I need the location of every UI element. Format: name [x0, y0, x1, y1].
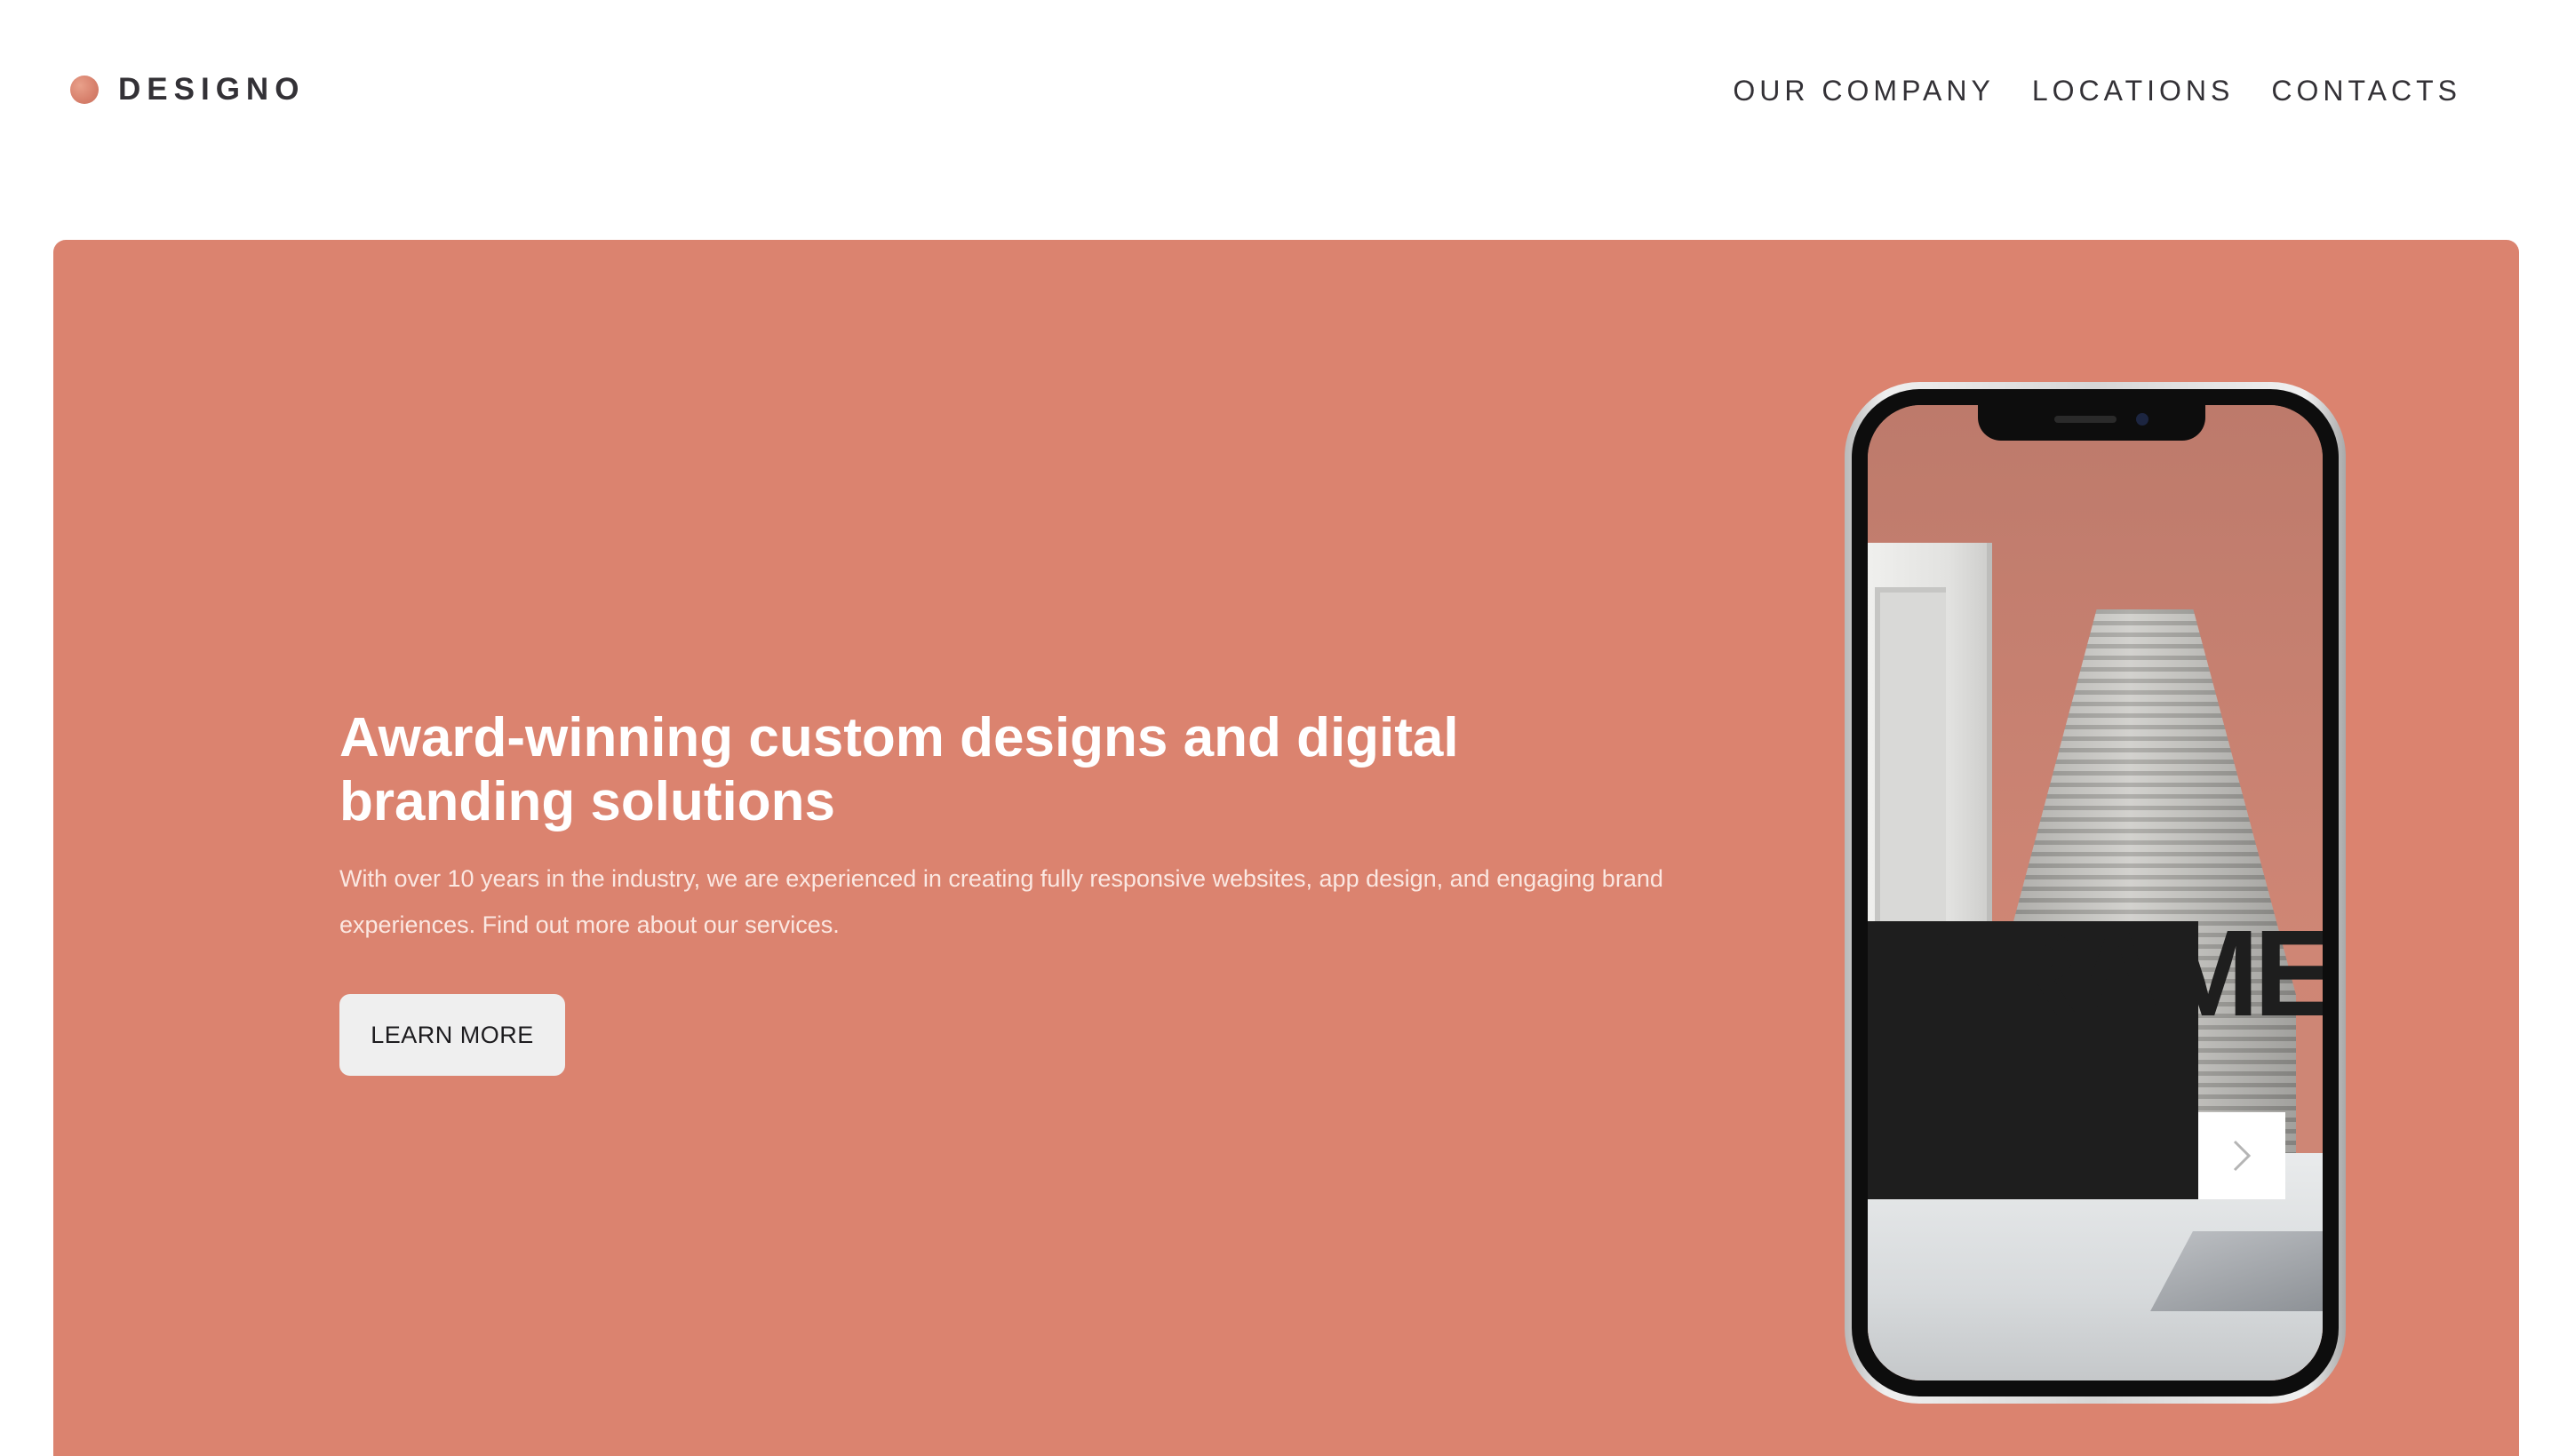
logo[interactable]: DESIGNO: [70, 69, 305, 110]
nav-contacts[interactable]: CONTACTS: [2271, 71, 2461, 110]
phone-screen: FRAME: [1868, 405, 2323, 1380]
hero-title: Award-winning custom designs and digital…: [339, 707, 1459, 832]
chevron-right-icon: [2233, 1140, 2252, 1172]
screen-title-word: FRAME: [1921, 921, 2323, 1022]
logo-circle-icon: [70, 76, 99, 104]
hero-description: With over 10 years in the industry, we a…: [339, 865, 1663, 938]
phone-notch: [1978, 405, 2205, 441]
nav-our-company[interactable]: OUR COMPANY: [1733, 71, 1994, 110]
main-nav: OUR COMPANY LOCATIONS CONTACTS: [1733, 71, 2461, 110]
camera-icon: [2136, 413, 2148, 426]
speaker-icon: [2054, 416, 2117, 423]
learn-more-button[interactable]: LEARN MORE: [339, 994, 565, 1076]
site-header: DESIGNO OUR COMPANY LOCATIONS CONTACTS: [0, 0, 2559, 178]
nav-locations[interactable]: LOCATIONS: [2032, 71, 2235, 110]
screen-next-button[interactable]: [2198, 1112, 2285, 1199]
logo-text: DESIGNO: [118, 72, 306, 107]
phone-mockup: FRAME: [1845, 382, 2346, 1404]
hero-section: Award-winning custom designs and digital…: [53, 240, 2519, 1456]
hero-copy: Award-winning custom designs and digital…: [339, 706, 1690, 1076]
